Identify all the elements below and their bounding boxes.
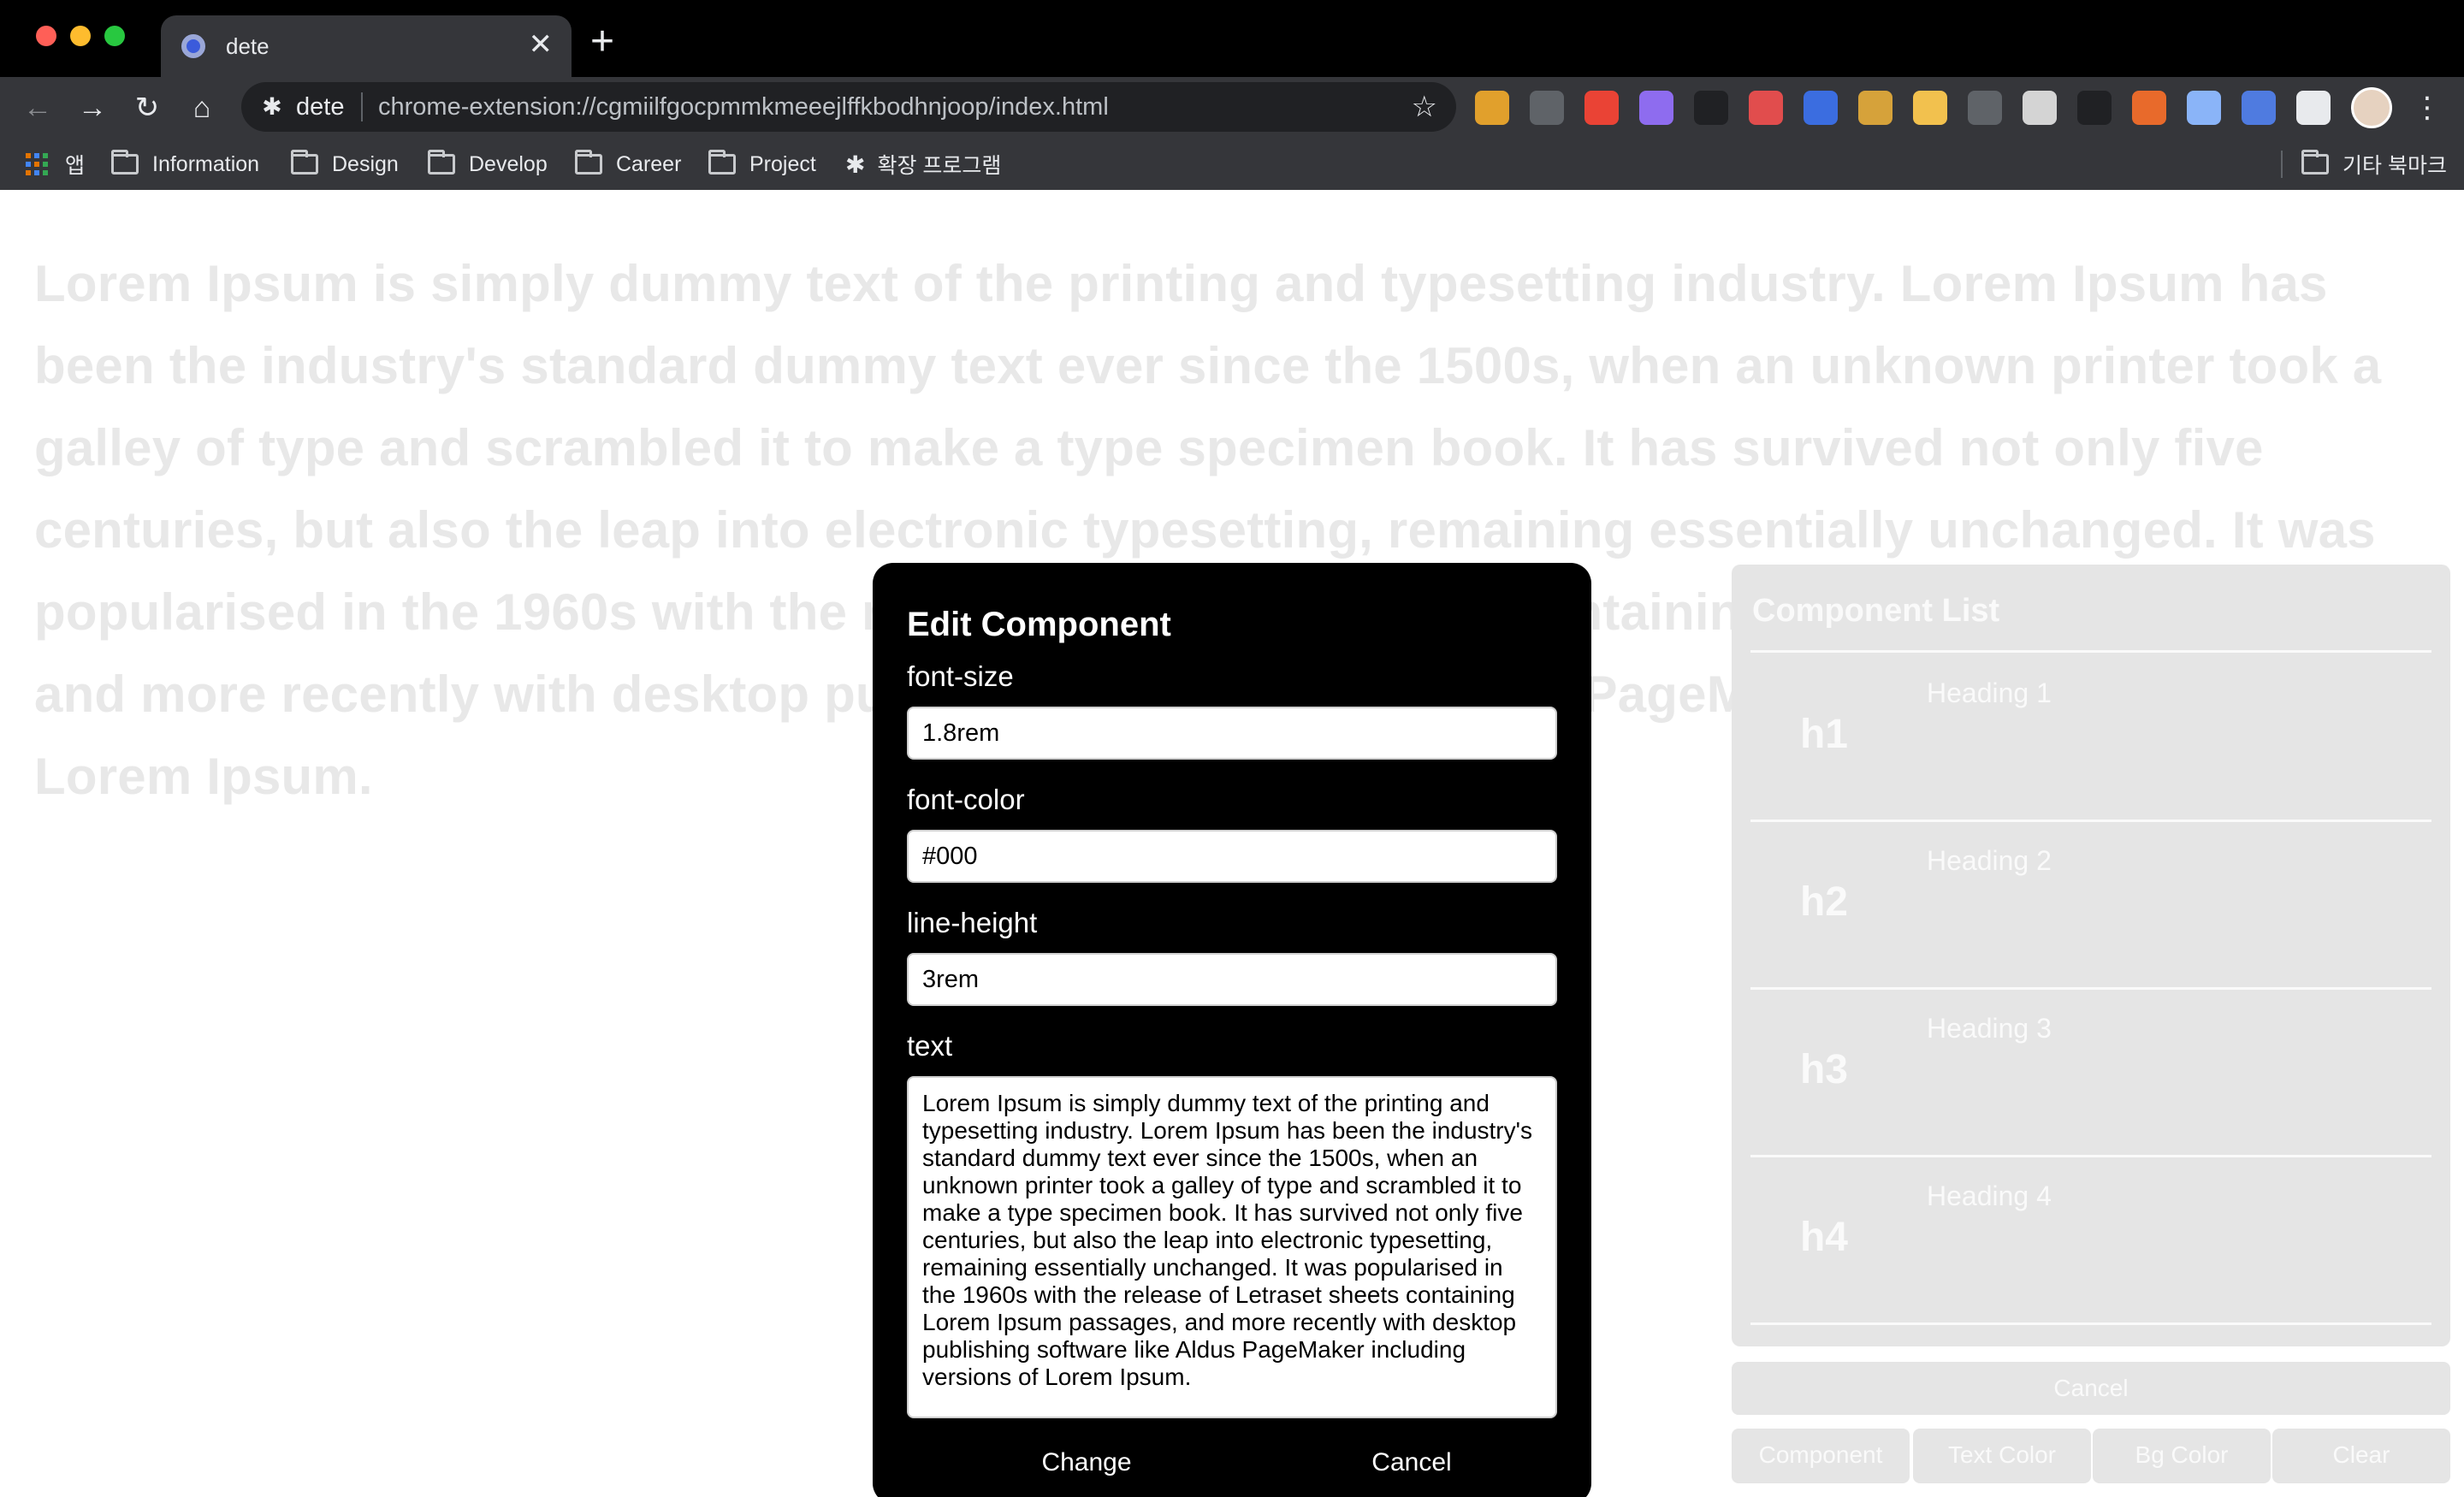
tab-strip: dete ✕ +	[0, 0, 2464, 77]
line-height-input[interactable]	[907, 953, 1557, 1006]
bookmark-folder-design[interactable]: Design	[291, 139, 399, 190]
folder-icon	[291, 150, 318, 175]
folder-icon	[575, 150, 602, 175]
folder-icon	[111, 150, 139, 175]
bookmark-label: Information	[152, 151, 260, 176]
component-button[interactable]: Component	[1732, 1429, 1910, 1483]
extension-puzzle-icon: ✱	[262, 93, 282, 120]
component-list-panel: Component List h1 Heading 1 h2 Heading 2…	[1732, 565, 2450, 1346]
extension-icon[interactable]	[2242, 91, 2276, 125]
component-tag: h2	[1799, 879, 1848, 925]
clear-button[interactable]: Clear	[2272, 1429, 2450, 1483]
bookmark-label: Develop	[469, 151, 548, 176]
component-item-h3[interactable]: h3 Heading 3	[1750, 987, 2431, 1155]
bookmark-folder-career[interactable]: Career	[575, 139, 681, 190]
window-minimize-button[interactable]	[70, 26, 91, 46]
extension-icon[interactable]	[1584, 91, 1619, 125]
modal-title: Edit Component	[907, 606, 1171, 643]
component-item-h4[interactable]: h4 Heading 4	[1750, 1155, 2431, 1322]
bookmark-folder-develop[interactable]: Develop	[428, 139, 548, 190]
url-text[interactable]: chrome-extension://cgmiilfgocpmmkmeeejlf…	[378, 92, 1109, 122]
bookmark-label: Design	[332, 151, 399, 176]
component-list-title: Component List	[1752, 593, 2000, 629]
folder-icon	[2301, 150, 2329, 175]
bookmark-label: Project	[749, 151, 816, 176]
text-textarea[interactable]: Lorem Ipsum is simply dummy text of the …	[907, 1076, 1557, 1418]
extension-icon[interactable]	[1639, 91, 1673, 125]
browser-chrome: dete ✕ + ← → ↻ ⌂ ✱ dete chrome-extension…	[0, 0, 2464, 190]
tab-favicon-icon	[181, 34, 205, 58]
page-content: Lorem Ipsum is simply dummy text of the …	[0, 190, 2464, 1497]
bg-color-button[interactable]: Bg Color	[2093, 1429, 2271, 1483]
browser-menu-icon[interactable]: ⋮	[2413, 89, 2442, 127]
extension-icon[interactable]	[1804, 91, 1838, 125]
font-color-label: font-color	[907, 784, 1025, 815]
extension-icon[interactable]	[1530, 91, 1564, 125]
forward-arrow-icon[interactable]: →	[74, 89, 111, 127]
profile-avatar[interactable]	[2351, 87, 2392, 128]
extension-puzzle-icon: ✱	[845, 151, 866, 178]
component-tag: h3	[1799, 1047, 1848, 1092]
component-tag: h1	[1799, 712, 1848, 757]
bookmark-label: 앱	[65, 154, 86, 178]
bookmark-folder-information[interactable]: Information	[111, 139, 259, 190]
browser-toolbar: ← → ↻ ⌂ ✱ dete chrome-extension://cgmiil…	[0, 77, 2464, 139]
bookmark-label: 기타 북마크	[2343, 154, 2447, 178]
bookmark-star-icon[interactable]: ☆	[1412, 90, 1437, 124]
extension-icon[interactable]	[1968, 91, 2002, 125]
component-label: Heading 4	[1927, 1180, 2052, 1211]
text-color-button[interactable]: Text Color	[1913, 1429, 2091, 1483]
component-item-h2[interactable]: h2 Heading 2	[1750, 820, 2431, 987]
font-size-label: font-size	[907, 660, 1014, 692]
folder-icon	[428, 150, 455, 175]
window-zoom-button[interactable]	[104, 26, 125, 46]
bookmarks-bar: 앱 Information Design Develop Career Proj…	[0, 139, 2464, 190]
extension-icon[interactable]	[2187, 91, 2221, 125]
edit-component-modal: Edit Component font-size font-color line…	[873, 563, 1591, 1497]
bookmark-extensions[interactable]: ✱ 확장 프로그램	[845, 139, 1001, 190]
extension-icon[interactable]	[2077, 91, 2112, 125]
change-button[interactable]: Change	[958, 1439, 1215, 1487]
extension-icon[interactable]	[1858, 91, 1892, 125]
component-label: Heading 1	[1927, 677, 2052, 708]
tab-close-icon[interactable]: ✕	[529, 27, 554, 62]
omnibox-divider	[361, 92, 363, 121]
component-list-cancel-button[interactable]: Cancel	[1732, 1362, 2450, 1415]
folder-icon	[708, 150, 736, 175]
new-tab-button[interactable]: +	[590, 21, 614, 63]
back-arrow-icon[interactable]: ←	[19, 89, 56, 127]
bookmark-folder-other[interactable]: 기타 북마크	[2301, 139, 2447, 190]
bookmark-folder-project[interactable]: Project	[708, 139, 816, 190]
site-label: dete	[296, 93, 345, 121]
component-label: Heading 2	[1927, 845, 2052, 876]
cancel-button[interactable]: Cancel	[1283, 1439, 1540, 1487]
extension-icon[interactable]	[2023, 91, 2057, 125]
extension-icon[interactable]	[1475, 91, 1509, 125]
component-tag: h4	[1799, 1215, 1848, 1260]
extension-icon[interactable]	[2296, 91, 2331, 125]
font-color-input[interactable]	[907, 830, 1557, 883]
tab-title: dete	[226, 33, 270, 59]
bookmark-label: 확장 프로그램	[877, 154, 1002, 178]
reload-icon[interactable]: ↻	[128, 89, 166, 127]
text-label: text	[907, 1030, 953, 1062]
extension-icon[interactable]	[1913, 91, 1947, 125]
divider	[1750, 1322, 2431, 1325]
extension-icon[interactable]	[1694, 91, 1728, 125]
browser-tab[interactable]: dete ✕	[161, 15, 572, 77]
extension-icon[interactable]	[2132, 91, 2166, 125]
window-close-button[interactable]	[36, 26, 56, 46]
component-label: Heading 3	[1927, 1013, 2052, 1044]
bookmarks-divider	[2281, 151, 2283, 178]
font-size-input[interactable]	[907, 707, 1557, 760]
component-item-h1[interactable]: h1 Heading 1	[1750, 652, 2431, 820]
home-icon[interactable]: ⌂	[183, 89, 221, 127]
bookmark-label: Career	[616, 151, 682, 176]
line-height-label: line-height	[907, 907, 1038, 938]
apps-grid-icon	[26, 153, 48, 175]
address-bar[interactable]: ✱ dete chrome-extension://cgmiilfgocpmmk…	[241, 82, 1456, 132]
extension-icon[interactable]	[1749, 91, 1783, 125]
bookmark-apps[interactable]: 앱	[26, 139, 85, 190]
